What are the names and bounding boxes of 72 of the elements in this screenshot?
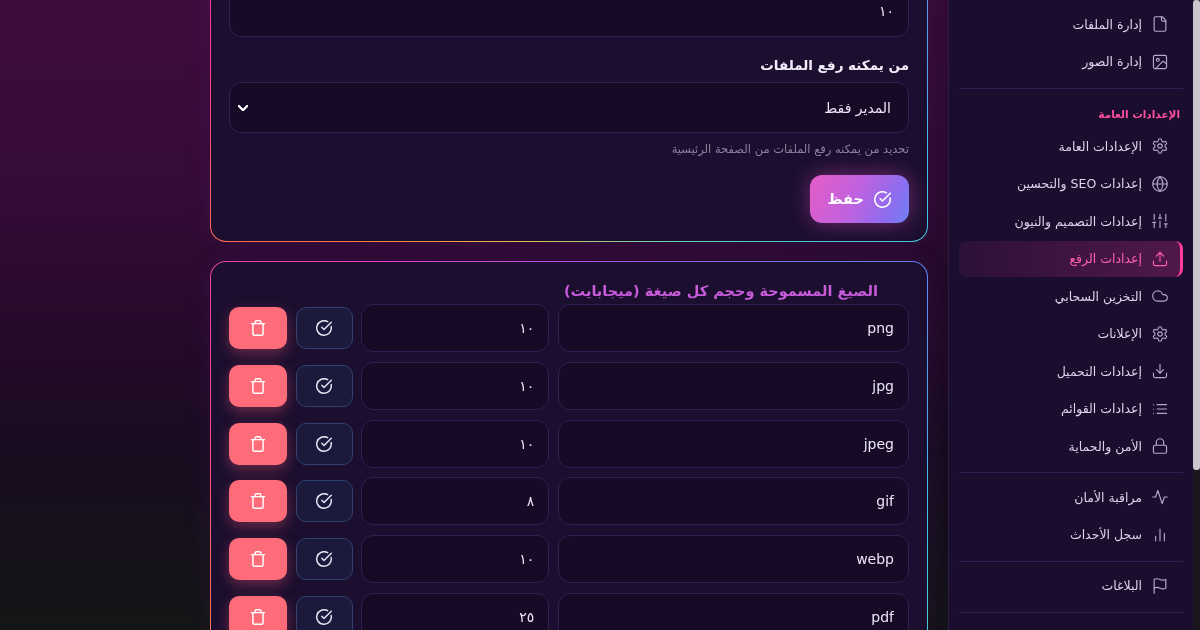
delete-button[interactable] <box>229 364 287 407</box>
sidebar-item[interactable]: إعدادات القوائم <box>959 390 1183 427</box>
field-label: من يمكنه رفع الملفات <box>759 57 909 74</box>
extension-field[interactable]: png <box>558 304 909 352</box>
sidebar-item[interactable]: البلاغات <box>959 567 1183 604</box>
settings-icon <box>1152 138 1168 154</box>
extension-field[interactable]: jpg <box>558 361 909 410</box>
check-circle-icon <box>316 320 333 336</box>
lock-icon <box>1152 438 1168 454</box>
sidebar-item[interactable]: التخزين السحابي <box>959 278 1183 314</box>
sidebar-item[interactable]: الإعلانات <box>959 315 1183 352</box>
confirm-button[interactable] <box>295 307 353 349</box>
sidebar-item[interactable]: إدارة الصور <box>959 43 1183 80</box>
check-circle-icon <box>316 435 333 452</box>
size-field[interactable]: ١٠ <box>361 304 550 352</box>
check-circle-icon <box>874 190 891 208</box>
trash-icon <box>250 377 266 394</box>
size-field[interactable]: ٨ <box>361 477 550 526</box>
download-icon <box>1152 363 1168 379</box>
extension-field[interactable]: gif <box>558 477 909 526</box>
confirm-button[interactable] <box>295 364 353 407</box>
sidebar-item[interactable]: إعدادات الرفع <box>959 240 1183 277</box>
trash-icon <box>250 435 266 452</box>
size-field[interactable]: ١٠ <box>361 419 550 468</box>
sidebar-item[interactable]: مراقبة الأمان <box>959 479 1183 515</box>
size-field[interactable]: ٢٥ <box>361 593 550 630</box>
section-title: الصيغ المسموحة وحجم كل صيغة (ميجابايت) <box>563 282 879 302</box>
section-heading: الإعدادات العامة <box>1097 106 1181 122</box>
trash-icon <box>250 320 266 336</box>
trash-icon <box>250 493 266 510</box>
size-field[interactable]: ١٠ <box>361 535 550 584</box>
delete-button[interactable] <box>229 538 287 581</box>
settings-icon <box>1152 325 1168 342</box>
confirm-button[interactable] <box>295 480 353 523</box>
pulse-icon <box>1152 489 1168 505</box>
delete-button[interactable] <box>229 596 287 630</box>
input-field[interactable]: ١٠ <box>229 0 909 37</box>
delete-button[interactable] <box>229 422 287 465</box>
caret-icon <box>238 104 248 111</box>
check-circle-icon <box>316 551 333 568</box>
sidebar-item[interactable]: الأمن والحماية <box>959 428 1183 464</box>
upload-icon <box>1152 250 1168 267</box>
file-icon <box>1152 16 1168 32</box>
check-circle-icon <box>316 493 333 510</box>
delete-button[interactable] <box>229 480 287 523</box>
extension-field[interactable]: webp <box>558 535 909 584</box>
sidebar-item[interactable]: سجل الأحداث <box>959 516 1183 553</box>
trash-icon <box>250 551 266 568</box>
image-icon <box>1152 53 1168 70</box>
trash-icon <box>250 609 266 625</box>
check-circle-icon <box>316 609 333 625</box>
extension-field[interactable]: jpeg <box>558 419 909 468</box>
bar-chart-icon <box>1152 526 1168 543</box>
scrollbar-thumb[interactable] <box>1193 0 1200 470</box>
sliders-icon <box>1152 213 1168 229</box>
confirm-button[interactable] <box>295 596 353 630</box>
dropdown[interactable]: المدير فقط <box>229 82 909 133</box>
sidebar-item[interactable]: الإعدادات العامة <box>959 128 1183 164</box>
sidebar-item[interactable]: إدارة الملفات <box>959 6 1183 42</box>
extension-field[interactable]: pdf <box>558 593 909 630</box>
delete-button[interactable] <box>229 307 287 349</box>
sidebar-item[interactable]: إعدادات التحميل <box>959 353 1183 389</box>
confirm-button[interactable] <box>295 422 353 465</box>
check-circle-icon <box>316 377 333 394</box>
sidebar-item[interactable]: إعدادات التصميم والنيون <box>959 203 1183 239</box>
size-field[interactable]: ١٠ <box>361 361 550 410</box>
sidebar-item[interactable]: إعدادات SEO والتحسين <box>959 165 1183 202</box>
cloud-icon <box>1152 288 1168 304</box>
hint-text: تحديد من يمكنه رفع الملفات من الصفحة الرئيسية <box>670 141 909 157</box>
confirm-button[interactable] <box>295 538 353 581</box>
globe-icon <box>1152 175 1168 192</box>
flag-icon <box>1152 577 1168 594</box>
